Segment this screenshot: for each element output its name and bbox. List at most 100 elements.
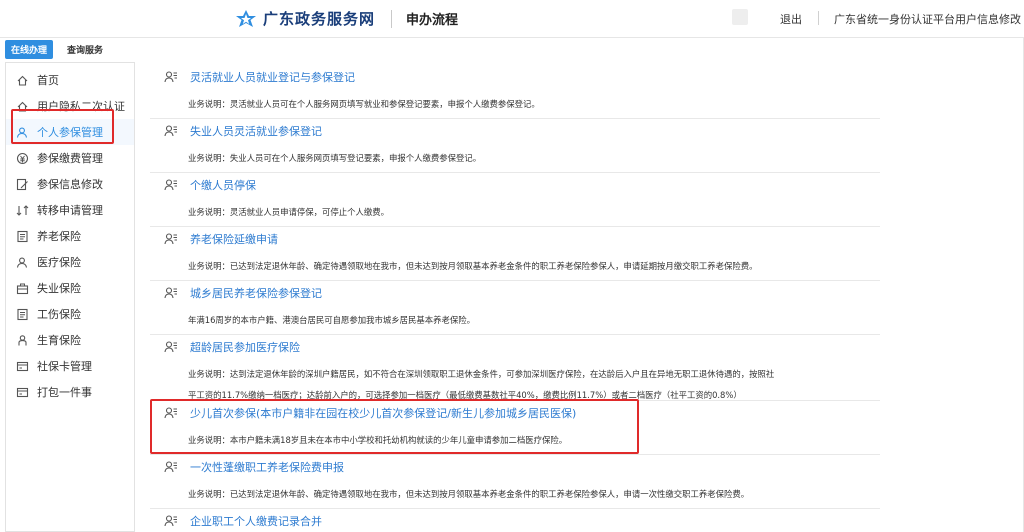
- list-item: 养老保险延缴申请业务说明：已达到法定退休年龄、确定待遇领取地在我市，但未达到按月…: [150, 230, 880, 277]
- sidebar-item-label: 医疗保险: [37, 256, 81, 269]
- service-title-link[interactable]: 一次性蓬缴职工养老保险费申报: [190, 459, 344, 475]
- home-icon: [17, 75, 28, 86]
- sidebar-item-label: 参保信息修改: [37, 178, 103, 191]
- service-title-link[interactable]: 失业人员灵活就业参保登记: [190, 123, 322, 139]
- list-item: 灵活就业人员就业登记与参保登记业务说明：灵活就业人员可在个人服务网页填写就业和参…: [150, 68, 880, 115]
- sidebar-item-label: 首页: [37, 74, 59, 87]
- sidebar-item[interactable]: 工伤保险: [6, 301, 134, 327]
- sidebar-item-label: 个人参保管理: [37, 126, 103, 139]
- sidebar-item-label: 用户隐私二次认证: [37, 100, 125, 113]
- gd-logo-icon: [236, 9, 256, 27]
- service-title-row[interactable]: 城乡居民养老保险参保登记: [150, 284, 880, 302]
- header-separator: [818, 11, 819, 25]
- sidebar-item[interactable]: 参保信息修改: [6, 171, 134, 197]
- logout-link[interactable]: 退出: [780, 11, 802, 27]
- sidebar-item[interactable]: 生育保险: [6, 327, 134, 353]
- brand-name: 广东政务服务网: [263, 10, 376, 28]
- sidebar-item[interactable]: 失业保险: [6, 275, 134, 301]
- sidebar-item-label: 养老保险: [37, 230, 81, 243]
- list-divider: [150, 400, 880, 401]
- baby-icon: [18, 334, 27, 345]
- list-divider: [150, 118, 880, 119]
- service-description: 平工资的11.7%缴纳一档医疗；达龄前入户的，可选择参加一档医疗（最低缴费基数社…: [188, 390, 742, 400]
- sidebar-item[interactable]: 参保缴费管理: [6, 145, 134, 171]
- service-title-row[interactable]: 灵活就业人员就业登记与参保登记: [150, 68, 880, 86]
- top-tabs: 在线办理 查询服务: [0, 39, 117, 59]
- user-list-icon: [164, 125, 177, 137]
- list-item: 企业职工个人缴费记录合并: [150, 512, 880, 530]
- user-list-icon: [164, 407, 177, 419]
- tab-query[interactable]: 查询服务: [61, 40, 109, 59]
- sidebar-item-label: 社保卡管理: [37, 360, 92, 373]
- list-item: 个缴人员停保业务说明：灵活就业人员申请停保，可停止个人缴费。: [150, 176, 880, 223]
- service-title-link[interactable]: 少儿首次参保(本市户籍非在园在校少儿首次参保登记/新生儿参加城乡居民医保): [190, 405, 576, 421]
- sidebar-item-label: 生育保险: [37, 334, 81, 347]
- card-icon: [16, 387, 29, 397]
- list-divider: [150, 280, 880, 281]
- list-item: 城乡居民养老保险参保登记 年满16周岁的本市户籍、港澳台居民可自愿参加我市城乡居民…: [150, 284, 880, 331]
- section-title: 申办流程: [406, 13, 459, 28]
- service-title-row[interactable]: 企业职工个人缴费记录合并: [150, 512, 880, 530]
- service-title-link[interactable]: 个缴人员停保: [190, 177, 256, 193]
- user-list-icon: [164, 233, 177, 245]
- user-list-icon: [164, 461, 177, 473]
- sidebar-item[interactable]: 转移申请管理: [6, 197, 134, 223]
- service-description: 业务说明：已达到法定退休年龄、确定待遇领取地在我市，但未达到按月领取基本养老金条…: [188, 489, 750, 499]
- service-title-row[interactable]: 一次性蓬缴职工养老保险费申报: [150, 458, 880, 476]
- service-description: 业务说明：灵活就业人员申请停保，可停止个人缴费。: [188, 207, 389, 217]
- briefcase-icon: [16, 283, 29, 294]
- sidebar-item[interactable]: 首页: [6, 67, 134, 93]
- service-description: 业务说明：本市户籍未满18岁且未在本市中小学校和托幼机构就读的少年儿童申请参加二…: [188, 435, 568, 445]
- edit-icon: [16, 178, 28, 190]
- sidebar-item[interactable]: 医疗保险: [6, 249, 134, 275]
- service-title-row[interactable]: 失业人员灵活就业参保登记: [150, 122, 880, 140]
- site-logo[interactable]: 广东政务服务网 申办流程: [235, 8, 458, 29]
- service-title-row[interactable]: 养老保险延缴申请: [150, 230, 880, 248]
- service-description: 业务说明：已达到法定退休年龄、确定待遇领取地在我市，但未达到按月领取基本养老金条…: [188, 261, 758, 271]
- user-icon: [16, 257, 28, 268]
- service-description: 业务说明：失业人员可在个人服务网页填写登记要素，申报个人缴费参保登记。: [188, 153, 482, 163]
- sidebar-item[interactable]: 用户隐私二次认证: [6, 93, 134, 119]
- service-title-row[interactable]: 少儿首次参保(本市户籍非在园在校少儿首次参保登记/新生儿参加城乡居民医保): [150, 404, 880, 422]
- home-icon: [17, 101, 28, 112]
- service-description: 业务说明：达到法定退休年龄的深圳户籍居民，如不符合在深圳领取职工退休金条件，可参…: [188, 369, 775, 379]
- service-list: 灵活就业人员就业登记与参保登记业务说明：灵活就业人员可在个人服务网页填写就业和参…: [150, 62, 890, 532]
- user-list-icon: [164, 71, 177, 83]
- transfer-icon: [16, 204, 29, 216]
- payment-icon: [16, 152, 29, 164]
- sidebar-item[interactable]: 打包一件事: [6, 379, 134, 405]
- user-list-icon: [164, 287, 177, 299]
- card-icon: [16, 361, 29, 371]
- service-title-link[interactable]: 超龄居民参加医疗保险: [190, 339, 300, 355]
- sidebar-item-label: 参保缴费管理: [37, 152, 103, 165]
- sidebar-item[interactable]: 社保卡管理: [6, 353, 134, 379]
- sidebar-item[interactable]: 个人参保管理: [6, 119, 134, 145]
- user-list-icon: [164, 341, 177, 353]
- list-divider: [150, 508, 880, 509]
- service-description: 业务说明：灵活就业人员可在个人服务网页填写就业和参保登记要素，申报个人缴费参保登…: [188, 99, 540, 109]
- list-divider: [150, 454, 880, 455]
- sidebar-item[interactable]: 养老保险: [6, 223, 134, 249]
- list-item: 少儿首次参保(本市户籍非在园在校少儿首次参保登记/新生儿参加城乡居民医保) 业务说…: [150, 404, 880, 451]
- header-divider: [391, 9, 393, 28]
- sidebar: 首页用户隐私二次认证 个人参保管理 参保缴费管理 参保信息修改 转移申请管理 养老保险医疗…: [5, 62, 135, 532]
- service-title-row[interactable]: 超龄居民参加医疗保险: [150, 338, 880, 356]
- list-divider: [150, 226, 880, 227]
- document-icon: [17, 230, 28, 242]
- service-title-row[interactable]: 个缴人员停保: [150, 176, 880, 194]
- tab-online[interactable]: 在线办理: [5, 39, 54, 59]
- profile-edit-link[interactable]: 广东省统一身份认证平台用户信息修改: [834, 11, 1021, 27]
- list-item: 失业人员灵活就业参保登记业务说明：失业人员可在个人服务网页填写登记要素，申报个人…: [150, 122, 880, 169]
- service-title-link[interactable]: 养老保险延缴申请: [190, 231, 278, 247]
- service-title-link[interactable]: 城乡居民养老保险参保登记: [190, 285, 322, 301]
- list-divider: [150, 334, 880, 335]
- list-item: 超龄居民参加医疗保险业务说明：达到法定退休年龄的深圳户籍居民，如不符合在深圳领取…: [150, 338, 880, 406]
- sidebar-item-label: 转移申请管理: [37, 204, 103, 217]
- user-icon: [16, 127, 28, 138]
- service-title-link[interactable]: 灵活就业人员就业登记与参保登记: [190, 69, 355, 85]
- sidebar-item-label: 工伤保险: [37, 308, 81, 321]
- sidebar-item-label: 打包一件事: [37, 386, 92, 399]
- service-title-link[interactable]: 企业职工个人缴费记录合并: [190, 513, 322, 529]
- avatar[interactable]: [732, 9, 748, 25]
- sidebar-item-label: 失业保险: [37, 282, 81, 295]
